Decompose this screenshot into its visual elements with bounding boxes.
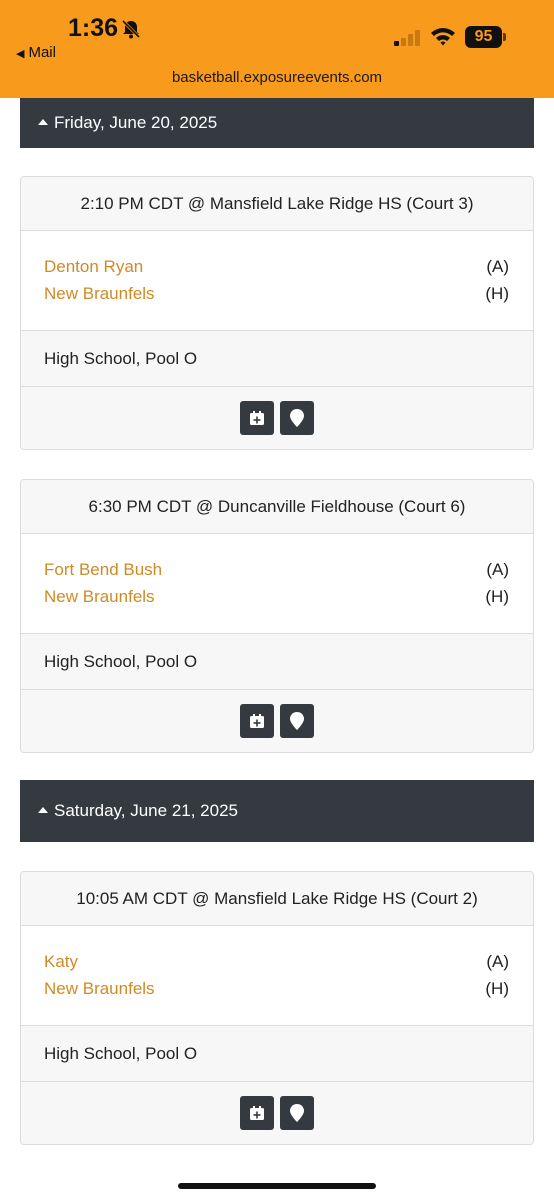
team-side: (H) bbox=[485, 284, 509, 303]
back-label: Mail bbox=[28, 44, 56, 61]
calendar-add-icon bbox=[250, 714, 264, 728]
division-label: High School, Pool O bbox=[21, 331, 533, 387]
game-card: 10:05 AM CDT @ Mansfield Lake Ridge HS (… bbox=[20, 871, 534, 1145]
status-bar: 1:36 ◀ Mail 95 basketball.exposureevents.… bbox=[0, 0, 554, 98]
game-actions bbox=[21, 690, 533, 752]
back-to-mail-link[interactable]: ◀ Mail bbox=[16, 44, 56, 61]
teams-list: Katy (A) New Braunfels (H) bbox=[21, 926, 533, 1026]
collapse-caret-icon bbox=[38, 807, 48, 813]
map-location-button[interactable] bbox=[280, 1096, 314, 1130]
team-row: Denton Ryan (A) bbox=[44, 257, 509, 284]
map-location-button[interactable] bbox=[280, 704, 314, 738]
bell-off-icon bbox=[121, 19, 141, 39]
team-link[interactable]: New Braunfels bbox=[44, 979, 155, 1006]
team-link[interactable]: New Braunfels bbox=[44, 587, 155, 614]
cellular-signal-icon bbox=[394, 30, 420, 46]
teams-list: Fort Bend Bush (A) New Braunfels (H) bbox=[21, 534, 533, 634]
team-link[interactable]: Denton Ryan bbox=[44, 257, 143, 284]
map-marker-icon bbox=[290, 712, 304, 730]
teams-list: Denton Ryan (A) New Braunfels (H) bbox=[21, 231, 533, 331]
game-time-location: 6:30 PM CDT @ Duncanville Fieldhouse (Co… bbox=[21, 480, 533, 534]
day-label: Saturday, June 21, 2025 bbox=[54, 801, 238, 820]
map-marker-icon bbox=[290, 1104, 304, 1122]
game-time-location: 10:05 AM CDT @ Mansfield Lake Ridge HS (… bbox=[21, 872, 533, 926]
team-side: (A) bbox=[486, 560, 509, 579]
game-actions bbox=[21, 387, 533, 449]
team-link[interactable]: New Braunfels bbox=[44, 284, 155, 311]
team-row: Fort Bend Bush (A) bbox=[44, 560, 509, 587]
team-link[interactable]: Fort Bend Bush bbox=[44, 560, 162, 587]
battery-icon: 95 bbox=[465, 26, 507, 48]
add-to-calendar-button[interactable] bbox=[240, 1096, 274, 1130]
calendar-add-icon bbox=[250, 411, 264, 425]
team-row: New Braunfels (H) bbox=[44, 979, 509, 1006]
team-row: New Braunfels (H) bbox=[44, 284, 509, 311]
team-side: (H) bbox=[485, 979, 509, 998]
day-header-friday[interactable]: Friday, June 20, 2025 bbox=[20, 98, 534, 148]
back-arrow-icon: ◀ bbox=[16, 48, 25, 60]
map-marker-icon bbox=[290, 409, 304, 427]
calendar-add-icon bbox=[250, 1106, 264, 1120]
day-label: Friday, June 20, 2025 bbox=[54, 113, 218, 132]
division-label: High School, Pool O bbox=[21, 634, 533, 690]
wifi-icon bbox=[431, 28, 455, 46]
clock: 1:36 bbox=[68, 14, 119, 42]
add-to-calendar-button[interactable] bbox=[240, 704, 274, 738]
team-side: (A) bbox=[486, 952, 509, 971]
url-bar[interactable]: basketball.exposureevents.com bbox=[0, 69, 554, 86]
day-header-saturday[interactable]: Saturday, June 21, 2025 bbox=[20, 780, 534, 842]
team-side: (H) bbox=[485, 587, 509, 606]
game-actions bbox=[21, 1082, 533, 1144]
team-row: Katy (A) bbox=[44, 952, 509, 979]
team-link[interactable]: Katy bbox=[44, 952, 78, 979]
team-row: New Braunfels (H) bbox=[44, 587, 509, 614]
collapse-caret-icon bbox=[38, 119, 48, 125]
division-label: High School, Pool O bbox=[21, 1026, 533, 1082]
game-card: 2:10 PM CDT @ Mansfield Lake Ridge HS (C… bbox=[20, 176, 534, 450]
add-to-calendar-button[interactable] bbox=[240, 401, 274, 435]
game-card: 6:30 PM CDT @ Duncanville Fieldhouse (Co… bbox=[20, 479, 534, 753]
game-time-location: 2:10 PM CDT @ Mansfield Lake Ridge HS (C… bbox=[21, 177, 533, 231]
team-side: (A) bbox=[486, 257, 509, 276]
home-indicator bbox=[178, 1183, 376, 1189]
battery-level: 95 bbox=[474, 28, 493, 45]
map-location-button[interactable] bbox=[280, 401, 314, 435]
